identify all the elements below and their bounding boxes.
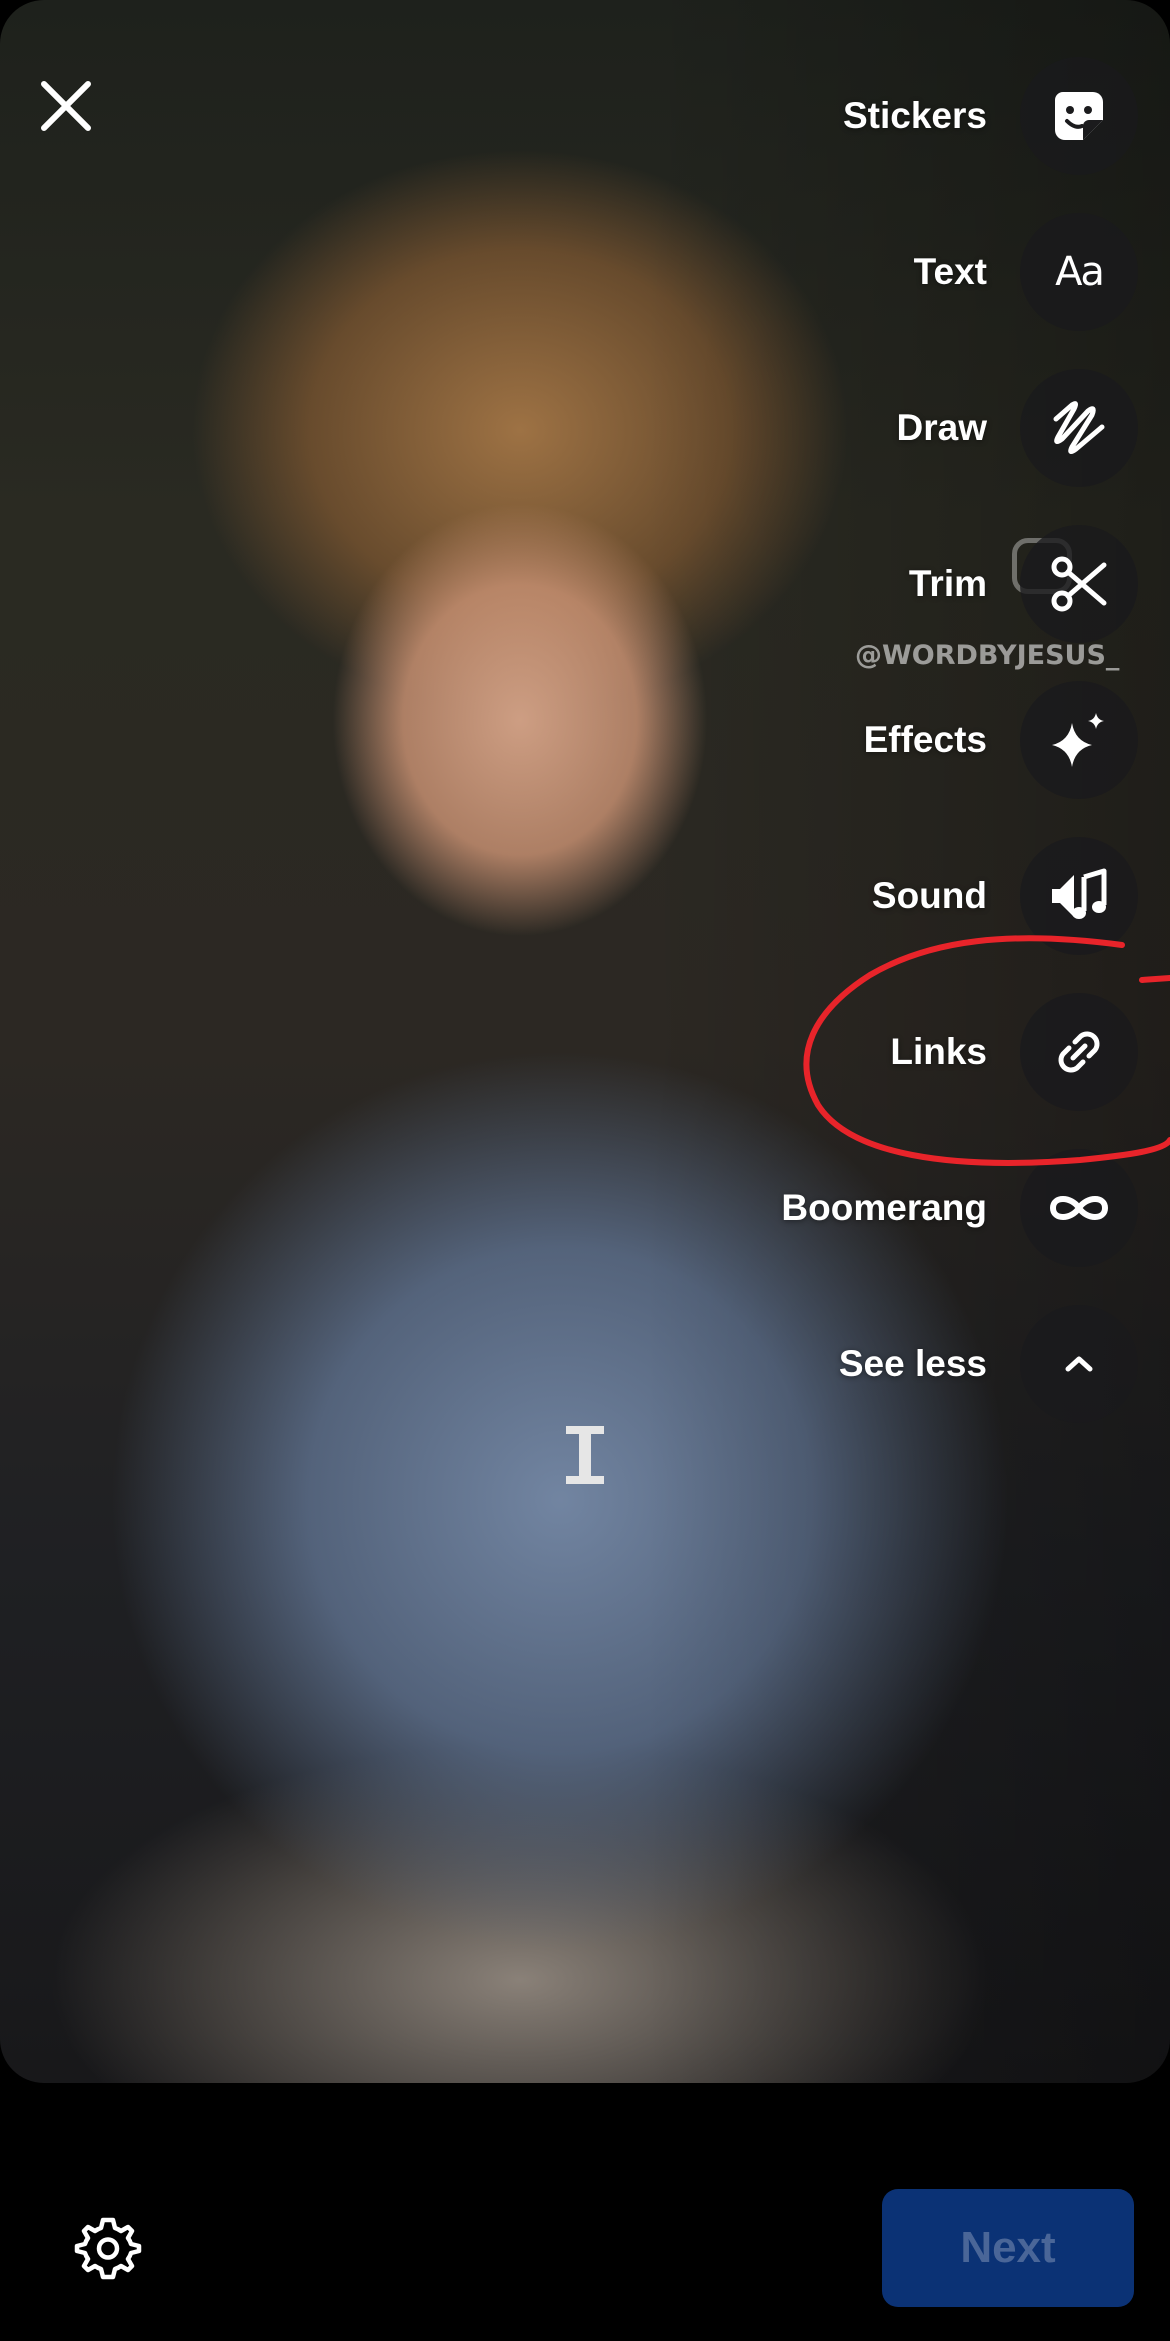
text-cursor-icon [566,1426,604,1484]
close-button[interactable] [30,70,102,142]
see-less-button[interactable] [1020,1305,1138,1423]
tool-label: Sound [871,875,987,916]
link-icon [1058,1031,1100,1073]
chevron-up-icon [1065,1356,1093,1372]
tool-text[interactable]: Text Aa [914,213,1138,331]
tool-links[interactable]: Links [890,993,1138,1111]
tool-label: Draw [896,407,987,448]
tool-see-less[interactable]: See less [839,1305,1138,1423]
effects-button[interactable] [1020,681,1138,799]
sound-button[interactable] [1020,837,1138,955]
draw-squiggle-icon [1053,401,1105,455]
tool-label: Effects [863,719,987,760]
tool-draw[interactable]: Draw [897,369,1138,487]
infinity-icon [1049,1196,1109,1220]
tool-effects[interactable]: Effects [864,681,1138,799]
trim-button[interactable] [1020,525,1138,643]
settings-button[interactable] [72,2212,144,2284]
tool-label: Boomerang [781,1187,987,1228]
sparkles-icon [1052,713,1104,767]
tool-boomerang[interactable]: Boomerang [781,1149,1138,1267]
text-aa-icon: Aa [1055,249,1105,295]
watermark-text: @WORDBYJESUS_ [855,640,1120,671]
tool-label: Links [890,1031,987,1072]
tool-label: Text [913,251,987,292]
tool-sound[interactable]: Sound [872,837,1138,955]
close-icon [41,81,91,131]
sound-music-icon [1052,868,1107,919]
tool-label: Stickers [843,95,987,136]
stickers-button[interactable] [1020,57,1138,175]
sticker-icon [1055,92,1103,140]
boomerang-button[interactable] [1020,1149,1138,1267]
draw-button[interactable] [1020,369,1138,487]
tool-stickers[interactable]: Stickers [843,57,1138,175]
links-button[interactable] [1020,993,1138,1111]
gear-icon [74,2217,142,2280]
text-button[interactable]: Aa [1020,213,1138,331]
story-editor-screen: @WORDBYJESUS_ Stickers Text Aa Draw Trim… [0,0,1170,2341]
tool-label: Trim [908,563,987,604]
tool-label: See less [838,1343,987,1384]
scissors-icon [1051,556,1107,612]
tool-trim[interactable]: Trim [909,525,1138,643]
next-button[interactable]: Next [882,2189,1134,2307]
